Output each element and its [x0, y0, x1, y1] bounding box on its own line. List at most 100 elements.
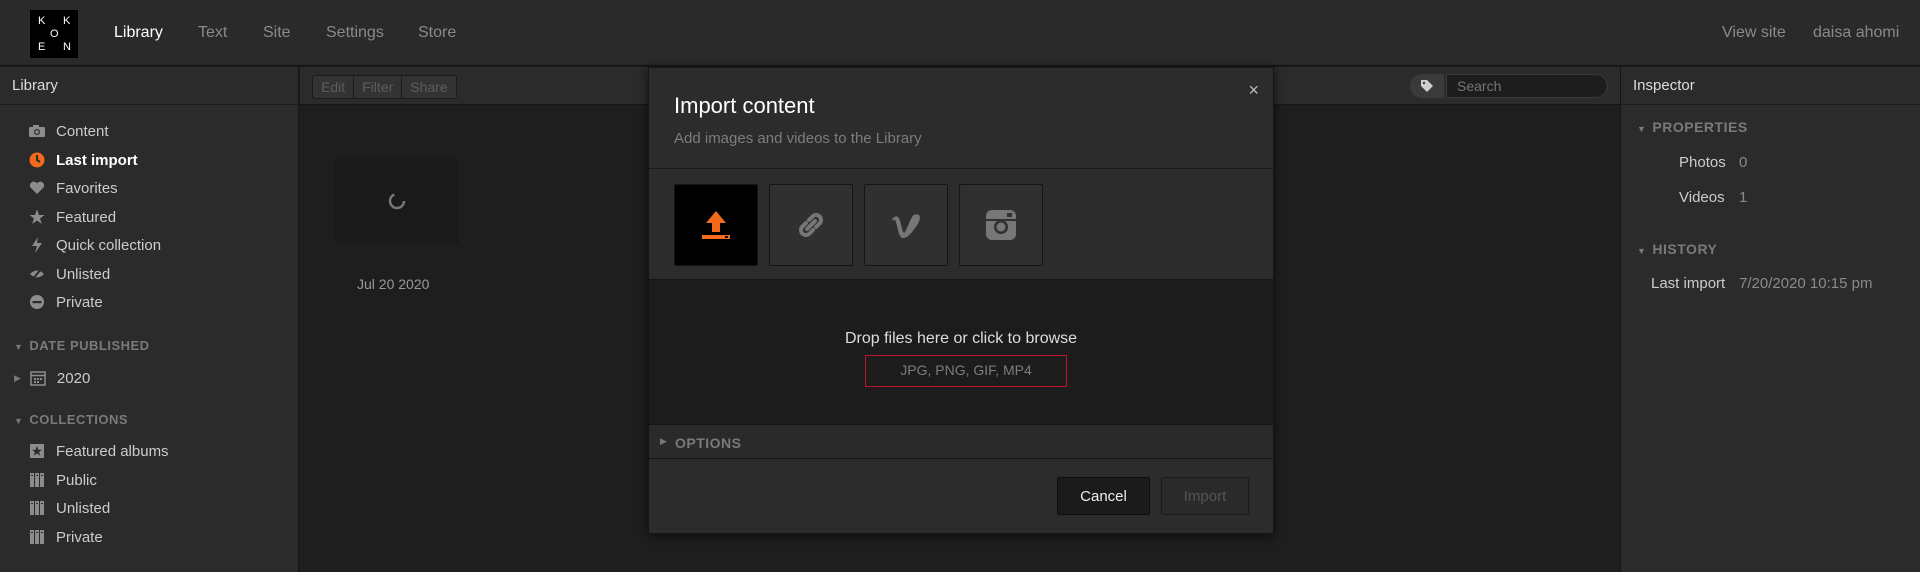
- section-title: HISTORY: [1652, 241, 1718, 257]
- action-button-group: Edit Filter Share: [312, 75, 457, 99]
- accepted-file-types: JPG, PNG, GIF, MP4: [865, 355, 1067, 387]
- view-site-link[interactable]: View site: [1722, 24, 1786, 42]
- videos-count: 1: [1739, 189, 1748, 206]
- last-import-label: Last import: [1651, 275, 1726, 292]
- last-import-value: 7/20/2020 10:15 pm: [1739, 275, 1873, 292]
- eye-slash-icon: [28, 266, 46, 282]
- inspector-panel: Inspector ▼ PROPERTIES Photos 0 Videos 1 …: [1620, 67, 1920, 572]
- sidebar-item-unlisted[interactable]: Unlisted: [28, 263, 110, 285]
- sidebar-item-featured-albums[interactable]: Featured albums: [28, 440, 169, 462]
- sidebar-item-label: Last import: [56, 151, 138, 169]
- sidebar-item-unlisted-collection[interactable]: Unlisted: [28, 497, 110, 519]
- dialog-subtitle: Add images and videos to the Library: [674, 130, 922, 147]
- sidebar-item-label: Quick collection: [56, 236, 162, 254]
- calendar-icon: [29, 370, 47, 386]
- import-button[interactable]: Import: [1161, 477, 1249, 515]
- upload-icon: [702, 211, 730, 239]
- history-section[interactable]: ▼ HISTORY: [1637, 241, 1717, 257]
- sidebar-item-label: Featured: [56, 208, 117, 226]
- lightning-icon: [28, 237, 46, 253]
- section-title: COLLECTIONS: [29, 412, 129, 427]
- tag-filter-button[interactable]: [1410, 74, 1444, 98]
- source-upload-button[interactable]: [674, 184, 758, 266]
- instagram-icon: [986, 210, 1016, 240]
- sidebar-item-private[interactable]: Private: [28, 291, 103, 313]
- sidebar-item-last-import[interactable]: Last import: [28, 149, 138, 171]
- link-icon: [799, 213, 823, 237]
- edit-button[interactable]: Edit: [313, 76, 355, 98]
- sidebar-item-favorites[interactable]: Favorites: [28, 177, 118, 199]
- source-link-button[interactable]: [769, 184, 853, 266]
- logo-letter: O: [50, 28, 59, 40]
- media-thumbnail[interactable]: [335, 159, 459, 243]
- sidebar-item-label: Private: [56, 528, 103, 546]
- vimeo-icon: [892, 214, 920, 239]
- date-published-section[interactable]: ▼ DATE PUBLISHED: [14, 338, 150, 353]
- clock-icon: [28, 152, 46, 168]
- sidebar-item-label: Featured albums: [56, 442, 169, 460]
- sidebar-item-featured[interactable]: Featured: [28, 206, 116, 228]
- sidebar-item-label: Private: [56, 293, 103, 311]
- sidebar-item-label: 2020: [56, 369, 91, 387]
- collections-section[interactable]: ▼ COLLECTIONS: [14, 412, 128, 427]
- star-icon: [28, 209, 46, 225]
- thumbnail-date: Jul 20 2020: [357, 276, 430, 292]
- search-input[interactable]: [1446, 74, 1608, 98]
- source-vimeo-button[interactable]: [864, 184, 948, 266]
- sidebar-item-label: Unlisted: [56, 499, 111, 517]
- heart-icon: [28, 180, 46, 196]
- photos-count: 0: [1739, 154, 1748, 171]
- expand-triangle-icon: ▼: [14, 416, 24, 426]
- sidebar-item-content[interactable]: Content: [28, 120, 109, 142]
- expand-triangle-icon: ▼: [14, 342, 24, 352]
- sidebar-item-label: Favorites: [56, 179, 118, 197]
- import-content-dialog: Import content Add images and videos to …: [648, 67, 1274, 534]
- sidebar-item-public[interactable]: Public: [28, 469, 97, 491]
- album-icon: [28, 529, 46, 545]
- sidebar-item-label: Public: [56, 471, 97, 489]
- minus-circle-icon: [28, 294, 46, 310]
- album-icon: [28, 500, 46, 516]
- nav-site[interactable]: Site: [263, 24, 291, 42]
- camera-icon: [28, 123, 46, 139]
- logo-letter: N: [63, 41, 71, 53]
- library-sidebar: Library Content Last import Favorites Fe…: [0, 67, 299, 572]
- file-drop-zone[interactable]: Drop files here or click to browse JPG, …: [649, 279, 1273, 425]
- nav-text[interactable]: Text: [198, 24, 227, 42]
- sidebar-item-private-collection[interactable]: Private: [28, 526, 103, 548]
- drop-instructions: Drop files here or click to browse: [844, 330, 1078, 347]
- nav-store[interactable]: Store: [418, 24, 456, 42]
- expand-triangle-icon: ▼: [1637, 124, 1647, 134]
- logo-letter: K: [38, 15, 46, 27]
- share-button[interactable]: Share: [402, 76, 456, 98]
- section-title: DATE PUBLISHED: [29, 338, 150, 353]
- user-menu[interactable]: daisa ahomi: [1813, 24, 1899, 42]
- sidebar-item-label: Content: [56, 122, 109, 140]
- koken-logo[interactable]: K K O E N: [30, 10, 78, 58]
- photos-label: Photos: [1679, 154, 1726, 171]
- top-bar: K K O E N Library Text Site Settings Sto…: [0, 0, 1920, 66]
- section-title: OPTIONS: [675, 435, 742, 451]
- nav-library[interactable]: Library: [114, 24, 163, 42]
- close-icon[interactable]: ×: [1248, 80, 1259, 101]
- cancel-button[interactable]: Cancel: [1057, 477, 1150, 515]
- import-source-selector: [649, 169, 1273, 279]
- source-instagram-button[interactable]: [959, 184, 1043, 266]
- sidebar-item-label: Unlisted: [56, 265, 111, 283]
- inspector-header: Inspector: [1621, 67, 1920, 105]
- expand-triangle-icon: ▶: [14, 372, 21, 383]
- sidebar-item-quick-collection[interactable]: Quick collection: [28, 234, 161, 256]
- star-album-icon: [28, 443, 46, 459]
- videos-label: Videos: [1679, 189, 1725, 206]
- section-title: PROPERTIES: [1652, 119, 1748, 135]
- nav-settings[interactable]: Settings: [326, 24, 384, 42]
- logo-letter: K: [63, 15, 71, 27]
- filter-button[interactable]: Filter: [354, 76, 403, 98]
- options-section[interactable]: ▶ OPTIONS: [649, 425, 1273, 459]
- expand-triangle-icon: ▶: [660, 436, 667, 446]
- expand-triangle-icon: ▼: [1637, 246, 1647, 256]
- dialog-title: Import content: [674, 93, 815, 118]
- tag-icon: [1421, 80, 1433, 92]
- properties-section[interactable]: ▼ PROPERTIES: [1637, 119, 1748, 135]
- sidebar-item-year[interactable]: ▶ 2020: [14, 367, 90, 389]
